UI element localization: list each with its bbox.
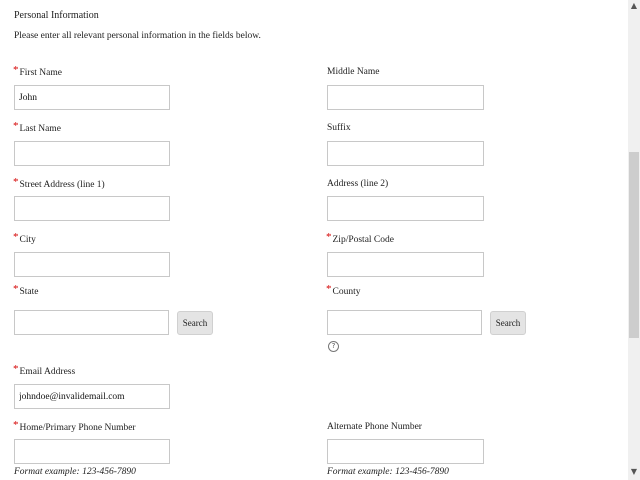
county-label: *County — [326, 283, 361, 297]
city-label: *City — [13, 231, 36, 245]
city-input[interactable] — [14, 252, 170, 277]
suffix-label: Suffix — [327, 123, 351, 133]
home-phone-label: *Home/Primary Phone Number — [13, 419, 136, 433]
county-input[interactable] — [327, 310, 482, 335]
street1-label: *Street Address (line 1) — [13, 176, 105, 190]
suffix-input[interactable] — [327, 141, 484, 166]
section-intro: Please enter all relevant personal infor… — [14, 31, 261, 41]
required-marker: * — [13, 120, 19, 132]
home-phone-input[interactable] — [14, 439, 170, 464]
email-label: *Email Address — [13, 363, 76, 377]
county-search-button[interactable]: Search — [490, 311, 526, 335]
section-title: Personal Information — [14, 10, 99, 21]
required-marker: * — [13, 283, 19, 295]
street1-input[interactable] — [14, 196, 170, 221]
scrollbar-thumb[interactable] — [629, 152, 639, 338]
alt-phone-format-hint: Format example: 123-456-7890 — [327, 467, 449, 477]
scroll-up-icon[interactable]: ▲ — [628, 0, 640, 12]
required-marker: * — [326, 283, 332, 295]
state-input[interactable] — [14, 310, 169, 335]
home-phone-format-hint: Format example: 123-456-7890 — [14, 467, 136, 477]
alt-phone-label: Alternate Phone Number — [327, 422, 422, 432]
email-input[interactable] — [14, 384, 170, 409]
middle-name-label: Middle Name — [327, 67, 380, 77]
alt-phone-input[interactable] — [327, 439, 484, 464]
required-marker: * — [13, 419, 19, 431]
scroll-down-icon[interactable]: ▼ — [628, 466, 640, 478]
last-name-label: *Last Name — [13, 120, 61, 134]
required-marker: * — [13, 176, 19, 188]
required-marker: * — [326, 231, 332, 243]
zip-input[interactable] — [327, 252, 484, 277]
state-search-button[interactable]: Search — [177, 311, 213, 335]
middle-name-input[interactable] — [327, 85, 484, 110]
last-name-input[interactable] — [14, 141, 170, 166]
zip-label: *Zip/Postal Code — [326, 231, 394, 245]
street2-label: Address (line 2) — [327, 179, 389, 189]
required-marker: * — [13, 363, 19, 375]
required-marker: * — [13, 231, 19, 243]
street2-input[interactable] — [327, 196, 484, 221]
help-icon[interactable]: ? — [328, 341, 339, 352]
first-name-input[interactable] — [14, 85, 170, 110]
first-name-label: *First Name — [13, 64, 62, 78]
state-label: *State — [13, 283, 39, 297]
required-marker: * — [13, 64, 19, 76]
